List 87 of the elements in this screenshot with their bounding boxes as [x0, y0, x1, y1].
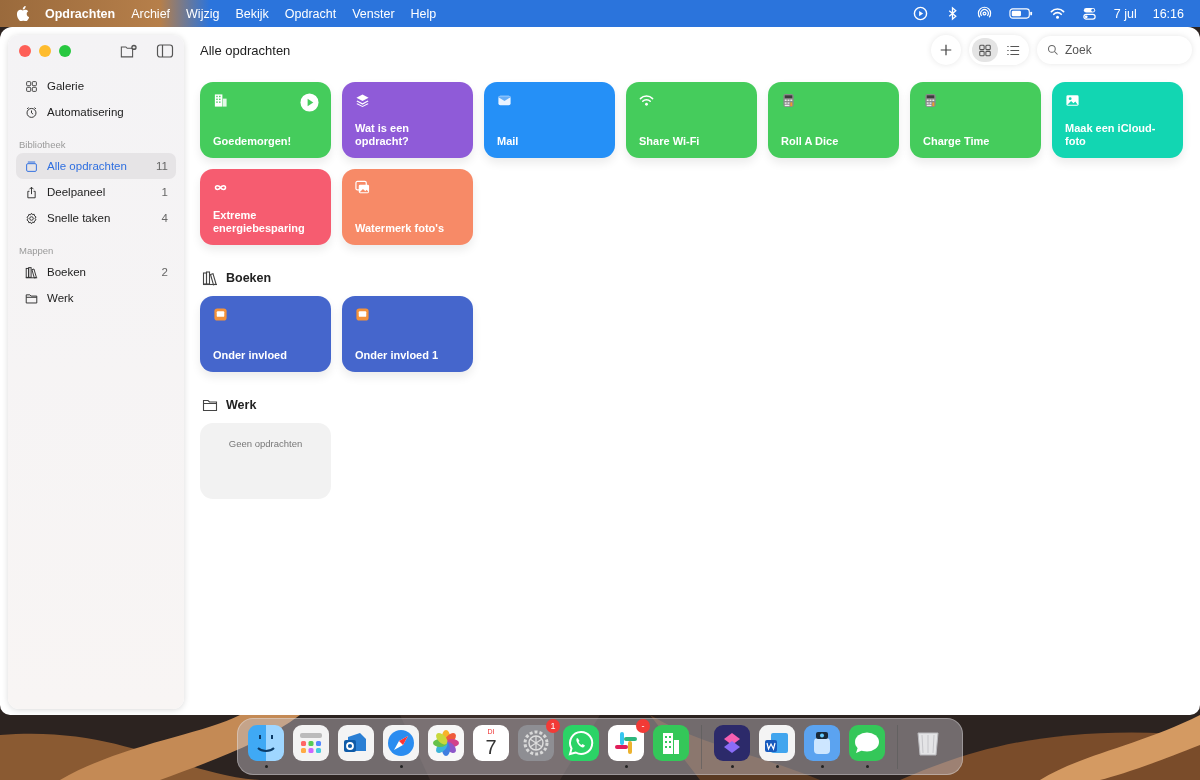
- sidebar-toggle-icon[interactable]: [156, 43, 174, 59]
- apple-logo-icon[interactable]: [16, 6, 29, 21]
- sidebar-section-title: Mappen: [18, 244, 55, 258]
- building-icon: [213, 93, 228, 108]
- book-icon: [213, 307, 228, 322]
- page-title: Alle opdrachten: [200, 42, 291, 58]
- wifi-icon[interactable]: [1049, 6, 1065, 21]
- shortcut-title: Onder invloed 1: [355, 349, 440, 362]
- images-icon: [355, 180, 370, 195]
- flower-icon[interactable]: [428, 725, 464, 761]
- chart-bars-icon[interactable]: [653, 725, 689, 761]
- calculator-icon: [781, 93, 796, 108]
- menu-item[interactable]: Opdracht: [284, 6, 337, 21]
- image-icon: [1065, 93, 1080, 108]
- gear-icon: [25, 211, 38, 225]
- layered-shapes-icon[interactable]: [714, 725, 750, 761]
- compass-icon[interactable]: [383, 725, 419, 761]
- grid-icon: [978, 42, 992, 58]
- shortcut-title: Mail: [497, 135, 520, 148]
- folder-icon: [25, 291, 38, 305]
- play-circle-icon[interactable]: [912, 6, 928, 21]
- shortcut-tile[interactable]: Watermerk foto's: [342, 169, 473, 245]
- sidebar-item[interactable]: Alle opdrachten 11: [16, 153, 176, 179]
- folder-title: Boeken: [226, 271, 272, 285]
- shortcut-title: Maak een iCloud-foto: [1065, 122, 1157, 148]
- shortcut-tile[interactable]: Onder invloed: [200, 296, 331, 372]
- new-folder-icon[interactable]: [120, 43, 138, 59]
- close-button[interactable]: [19, 45, 31, 57]
- shortcut-tile[interactable]: Extreme energiebesparing: [200, 169, 331, 245]
- chat-bubble-icon[interactable]: [849, 725, 885, 761]
- folder-title: Werk: [226, 398, 257, 412]
- calculator-icon: [923, 93, 938, 108]
- envelope-icon: [497, 93, 512, 108]
- shortcut-title: Share Wi-Fi: [639, 135, 701, 148]
- menu-item[interactable]: Archief: [131, 6, 171, 21]
- shortcut-title: Onder invloed: [213, 349, 288, 362]
- shortcut-title: Wat is een opdracht?: [355, 122, 410, 148]
- search-icon: [1047, 44, 1059, 56]
- sidebar-item[interactable]: Galerie: [16, 73, 176, 99]
- books-icon: [25, 265, 38, 279]
- app-grid-icon[interactable]: [293, 725, 329, 761]
- add-button[interactable]: [931, 35, 961, 65]
- folder-icon: [202, 397, 218, 413]
- menubar-date[interactable]: 7 jul: [1113, 6, 1137, 21]
- grid-view-button[interactable]: [972, 38, 998, 62]
- app-menu[interactable]: Opdrachten: [45, 6, 116, 21]
- finder-face-icon[interactable]: [248, 725, 284, 761]
- sidebar-item[interactable]: Werk: [16, 285, 176, 311]
- share-icon: [25, 185, 38, 199]
- book-icon: [355, 307, 370, 322]
- plus-icon: [939, 43, 953, 57]
- mail-app-icon[interactable]: [338, 725, 374, 761]
- grid-icon: [25, 79, 38, 93]
- shortcut-title: Extreme energiebesparing: [213, 209, 306, 235]
- shortcut-title: Goedemorgen!: [213, 135, 293, 148]
- document-icon[interactable]: [759, 725, 795, 761]
- airdrop-icon[interactable]: [976, 6, 992, 21]
- stack-icon: [25, 159, 38, 173]
- wifi-icon: [639, 93, 654, 108]
- shortcut-title: Charge Time: [923, 135, 991, 148]
- shortcut-title: Roll A Dice: [781, 135, 840, 148]
- gear-icon[interactable]: [518, 725, 554, 761]
- sidebar-item[interactable]: Snelle taken 4: [16, 205, 176, 231]
- calendar-day: 7: [485, 736, 497, 758]
- control-center-icon[interactable]: [1081, 6, 1097, 21]
- menu-item[interactable]: Bekijk: [235, 6, 269, 21]
- sidebar-item[interactable]: Deelpaneel 1: [16, 179, 176, 205]
- menu-item[interactable]: Wijzig: [186, 6, 220, 21]
- shortcut-tile[interactable]: Mail: [484, 82, 615, 158]
- menubar-clock[interactable]: 16:16: [1152, 6, 1184, 21]
- empty-folder-message: Geen opdrachten: [228, 438, 303, 449]
- shortcut-tile[interactable]: Wat is een opdracht?: [342, 82, 473, 158]
- clock-icon: [25, 105, 38, 119]
- menu-item[interactable]: Help: [410, 6, 437, 21]
- phone-bubble-icon[interactable]: [563, 725, 599, 761]
- jar-icon[interactable]: [804, 725, 840, 761]
- books-icon: [202, 270, 218, 286]
- search-field[interactable]: Zoek: [1037, 36, 1192, 64]
- shortcut-tile[interactable]: Onder invloed 1: [342, 296, 473, 372]
- sidebar-item[interactable]: Boeken 2: [16, 259, 176, 285]
- hash-logo-icon[interactable]: [608, 725, 644, 761]
- layers-icon: [355, 93, 370, 108]
- battery-icon[interactable]: [1008, 6, 1033, 21]
- sidebar-item[interactable]: Automatisering: [16, 99, 176, 125]
- sidebar-section-title: Bibliotheek: [18, 138, 67, 152]
- shortcut-title: Watermerk foto's: [355, 222, 445, 235]
- menu-item[interactable]: Venster: [352, 6, 395, 21]
